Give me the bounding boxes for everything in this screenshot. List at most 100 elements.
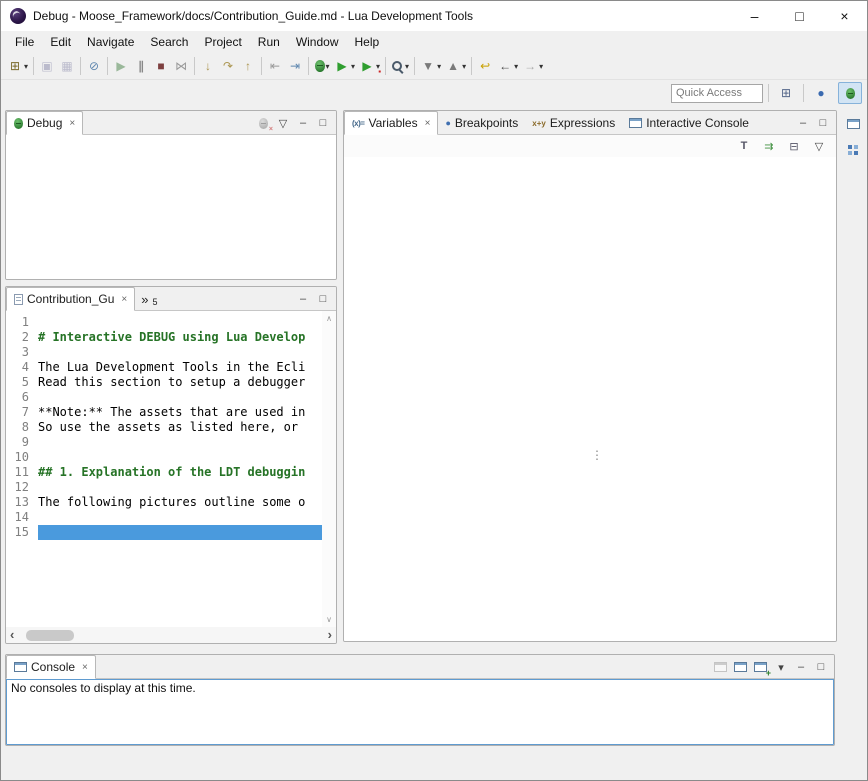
back-dropdown-arrow[interactable]: ▾ [514,62,518,71]
new-dropdown-arrow[interactable]: ▾ [24,62,28,71]
menu-navigate[interactable]: Navigate [79,33,142,51]
toolbar-separator [385,57,386,75]
run-dropdown-arrow[interactable]: ▾ [351,62,355,71]
previous-annotation-dropdown-arrow[interactable]: ▾ [462,62,466,71]
scroll-up-icon[interactable]: ∧ [326,314,332,323]
tab-interactive-console[interactable]: Interactive Console [622,111,756,135]
save-all-button[interactable]: ▦ [57,55,77,77]
suspend-button[interactable]: ∥ [131,55,151,77]
line-number[interactable]: 8 [6,420,38,435]
tab-debug[interactable]: Debug × [6,111,83,135]
tab-breakpoints[interactable]: ●Breakpoints [438,111,525,135]
line-number[interactable]: 5 [6,375,38,390]
line-number[interactable]: 6 [6,390,38,405]
minimize-view-button[interactable]: – [792,658,810,676]
open-console-page-button[interactable] [711,658,729,676]
open-console-dropdown-arrow[interactable]: ▾ [772,658,790,676]
menu-edit[interactable]: Edit [42,33,79,51]
outline-view-button[interactable] [842,140,864,160]
show-logical-structures-button[interactable]: ⇉ [760,137,778,155]
last-edit-location-button[interactable]: ↩ [475,55,495,77]
close-tab-icon[interactable]: × [82,662,88,673]
new-button[interactable]: ⊞▾ [5,55,30,77]
code-line[interactable]: # Interactive DEBUG using Lua Develop [38,330,322,345]
tab-variables[interactable]: (x)=Variables× [344,111,438,135]
forward-button[interactable]: →▾ [520,55,545,77]
line-number[interactable]: 4 [6,360,38,375]
tab-console[interactable]: Console × [6,655,96,679]
code-line[interactable]: Read this section to setup a debugger [38,375,322,390]
search-dropdown-arrow[interactable]: ▾ [405,62,409,71]
window-title: Debug - Moose_Framework/docs/Contributio… [33,9,473,23]
next-annotation-button[interactable]: ▼▾ [418,55,443,77]
code-line[interactable]: **Note:** The assets that are used in [38,405,322,420]
drop-to-frame-button[interactable]: ⇤ [265,55,285,77]
code-line[interactable]: So use the assets as listed here, or [38,420,322,435]
skip-all-breakpoints-button[interactable]: ⊘ [84,55,104,77]
view-menu-button[interactable]: ▽ [810,137,828,155]
line-number[interactable]: 7 [6,405,38,420]
code-line[interactable] [38,390,322,405]
use-step-filters-button[interactable]: ⇥ [285,55,305,77]
view-menu-button[interactable]: ▽ [274,114,292,132]
minimize-view-button[interactable]: – [794,114,812,132]
debug-view-content[interactable] [6,135,336,279]
drag-handle[interactable]: ⋮ [591,448,603,462]
close-tab-icon[interactable]: × [425,118,431,129]
menu-file[interactable]: File [7,33,42,51]
search-button[interactable]: ▾ [389,55,411,77]
menu-project[interactable]: Project [196,33,249,51]
debug-dropdown-arrow[interactable]: ▾ [326,62,330,71]
close-tab-icon[interactable]: × [121,294,127,305]
menu-search[interactable]: Search [142,33,196,51]
collapse-all-button[interactable]: ⊟ [785,137,803,155]
minimize-view-button[interactable]: – [294,114,312,132]
debug-button[interactable]: ▾ [312,55,332,77]
tab-contribution-guide[interactable]: Contribution_Gu × [6,287,135,311]
maximize-view-button[interactable]: □ [314,290,332,308]
step-over-button[interactable]: ↷ [218,55,238,77]
code-line[interactable] [38,345,322,360]
code-line[interactable] [38,315,322,330]
line-number[interactable]: 2 [6,330,38,345]
display-selected-console-button[interactable] [731,658,749,676]
quick-access-input[interactable]: Quick Access [671,84,763,103]
remove-terminated-button[interactable]: × [254,114,272,132]
open-perspective-button[interactable]: ⊞ [774,82,798,104]
forward-dropdown-arrow[interactable]: ▾ [539,62,543,71]
open-console-button[interactable]: + [751,658,769,676]
maximize-view-button[interactable]: □ [812,658,830,676]
minimize-view-button[interactable]: – [294,290,312,308]
tab-expressions[interactable]: x+yExpressions [525,111,622,135]
next-annotation-dropdown-arrow[interactable]: ▾ [437,62,441,71]
lua-perspective-button[interactable]: ● [809,82,833,104]
window-close-button[interactable]: × [822,1,867,31]
resume-button[interactable]: ▶ [111,55,131,77]
terminate-button[interactable]: ■ [151,55,171,77]
disconnect-button[interactable]: ⋈ [171,55,191,77]
menu-run[interactable]: Run [250,33,288,51]
window-maximize-button[interactable]: □ [777,1,822,31]
editor-tab-overflow[interactable]: » 5 [135,287,163,311]
run-button[interactable]: ▶▾ [332,55,357,77]
toolbar-separator [414,57,415,75]
show-type-names-button[interactable]: T [735,137,753,155]
variables-toolbar: T ⇉ ⊟ ▽ [344,135,836,157]
step-return-button[interactable]: ↑ [238,55,258,77]
restore-view-button[interactable] [842,114,864,134]
step-into-button[interactable]: ↓ [198,55,218,77]
maximize-view-button[interactable]: □ [314,114,332,132]
line-number[interactable]: 1 [6,315,38,330]
maximize-view-button[interactable]: □ [814,114,832,132]
save-button[interactable]: ▣ [37,55,57,77]
previous-annotation-button[interactable]: ▲▾ [443,55,468,77]
menu-help[interactable]: Help [347,33,388,51]
debug-perspective-button[interactable] [838,82,862,104]
external-tools-button[interactable]: ▶▪▾ [357,55,382,77]
code-line[interactable]: The Lua Development Tools in the Ecli [38,360,322,375]
line-number[interactable]: 3 [6,345,38,360]
close-tab-icon[interactable]: × [69,118,75,129]
back-button[interactable]: ←▾ [495,55,520,77]
window-minimize-button[interactable]: – [732,1,777,31]
menu-window[interactable]: Window [288,33,347,51]
